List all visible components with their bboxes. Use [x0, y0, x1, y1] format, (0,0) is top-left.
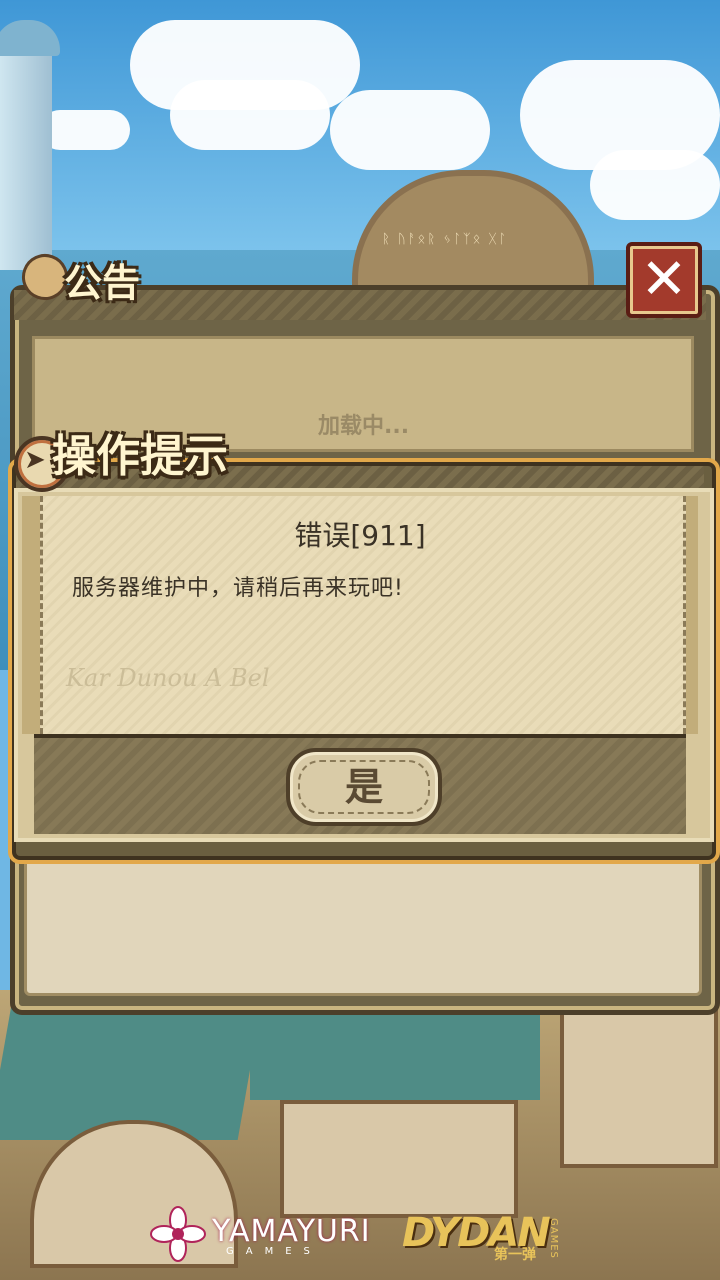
house-roof: [250, 1000, 540, 1100]
announcement-bottom-area: [24, 850, 702, 996]
cloud: [170, 80, 330, 150]
developer-logo-games: GAMES: [548, 1218, 559, 1259]
publisher-logo-sub: GAMES: [226, 1246, 322, 1257]
house-wall: [560, 1000, 718, 1168]
close-x-icon: ✕: [640, 247, 688, 312]
confirm-button-label: 是: [344, 765, 383, 809]
game-logo-runes: ᚱ ᚢᚨᛟᚱ ᛃᛚᛉᛟ ᚷᛚ: [382, 232, 509, 247]
house-roof: [0, 1000, 263, 1140]
dialog-title: 操作提示: [52, 431, 228, 482]
developer-logo-sub: 第一弹: [494, 1247, 536, 1263]
loading-text: 加载中...: [318, 414, 410, 439]
error-message: 服务器维护中，请稍后再来玩吧!: [72, 576, 404, 601]
publisher-logo-text: YAMAYURI: [212, 1214, 371, 1249]
yamayuri-flower-icon: [150, 1206, 206, 1262]
close-button[interactable]: ✕: [626, 242, 702, 318]
lighthouse: [0, 40, 52, 270]
error-title: 错误[911]: [294, 519, 426, 552]
confirm-button[interactable]: 是: [286, 748, 442, 826]
map-decoration-text: Kar Dunou A Bel: [66, 664, 270, 692]
cloud: [590, 150, 720, 220]
arrow-icon: ➤: [24, 445, 46, 475]
house-wall: [280, 1100, 518, 1218]
announcement-title: 公告: [64, 261, 141, 305]
cloud: [40, 110, 130, 150]
cloud: [330, 90, 490, 170]
